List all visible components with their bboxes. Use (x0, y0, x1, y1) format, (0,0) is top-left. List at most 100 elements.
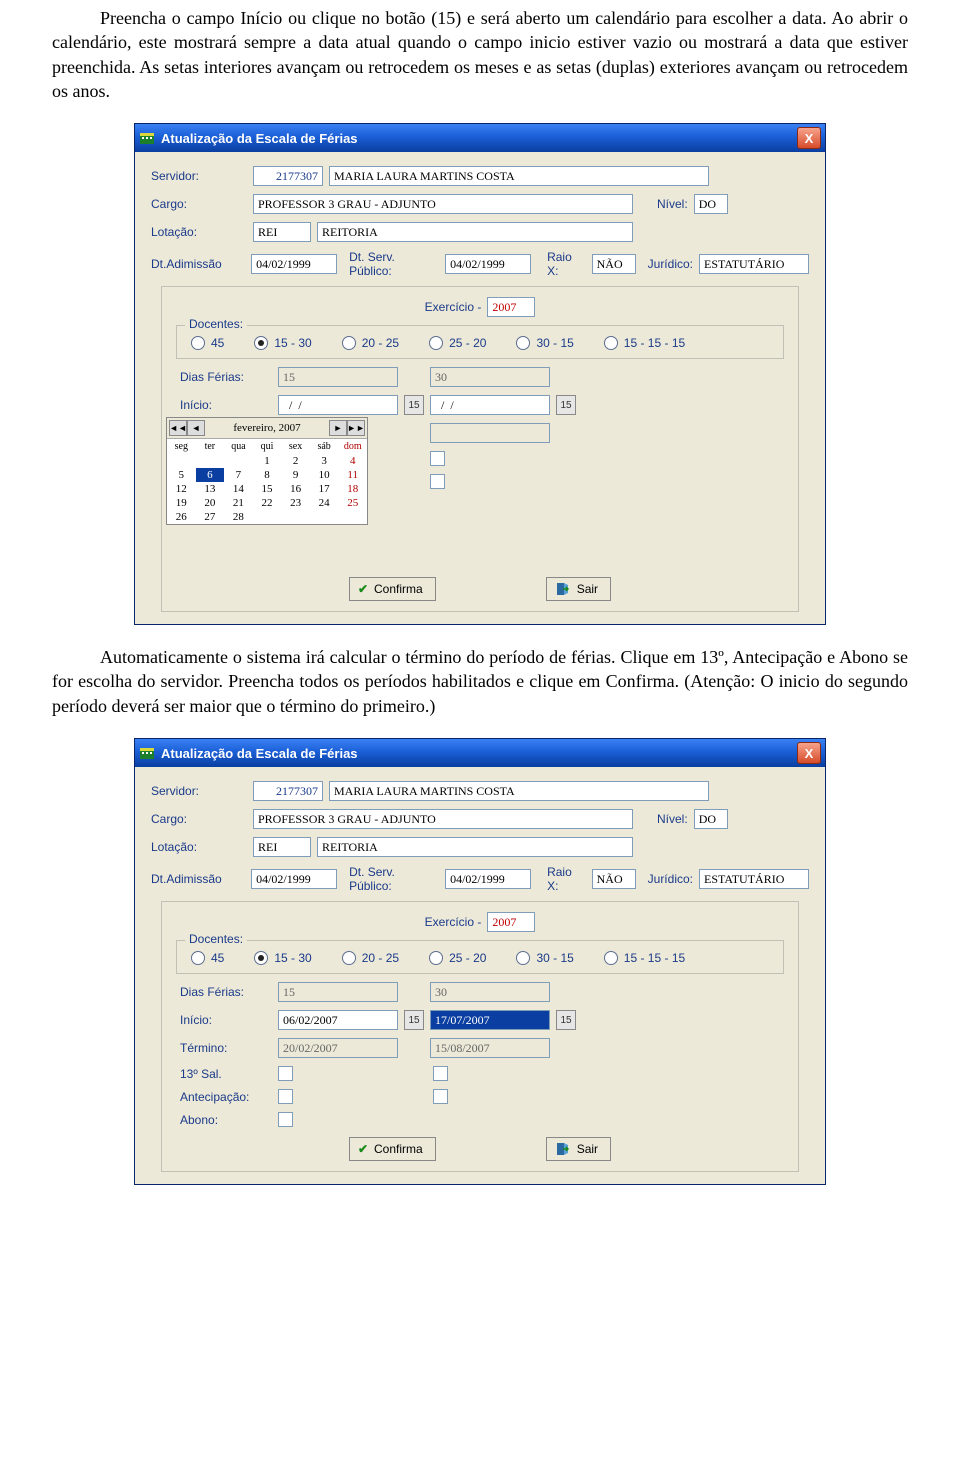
juridico[interactable] (699, 869, 809, 889)
lotacao-cod[interactable] (253, 222, 311, 242)
cal-day[interactable]: 6 (196, 468, 225, 482)
inicio-2[interactable] (430, 395, 550, 415)
cal-day[interactable]: 7 (224, 468, 253, 482)
raiox[interactable] (592, 869, 636, 889)
sair-button[interactable]: Sair (546, 1137, 611, 1161)
dt-serv[interactable] (445, 254, 531, 274)
dt-admissao[interactable] (251, 869, 337, 889)
cal-next-year[interactable]: ►► (347, 420, 365, 436)
close-button[interactable]: X (797, 127, 821, 149)
cal-prev-month[interactable]: ◄ (187, 420, 205, 436)
radio-30-15[interactable]: 30 - 15 (516, 336, 573, 350)
radio-15-30[interactable]: 15 - 30 (254, 951, 311, 965)
radio-15-15-15[interactable]: 15 - 15 - 15 (604, 951, 685, 965)
radio-45[interactable]: 45 (191, 336, 224, 350)
radio-15-30[interactable]: 15 - 30 (254, 336, 311, 350)
radio-icon (604, 951, 618, 965)
cal-day[interactable]: 13 (196, 482, 225, 496)
exercicio[interactable] (487, 912, 535, 932)
cal-day[interactable]: 27 (196, 510, 225, 524)
close-button[interactable]: X (797, 742, 821, 764)
inicio-1[interactable] (278, 1010, 398, 1030)
servidor-id[interactable] (253, 781, 323, 801)
cal-day[interactable]: 25 (338, 496, 367, 510)
lotacao-nome[interactable] (317, 222, 633, 242)
cal-day[interactable]: 5 (167, 468, 196, 482)
cal-day[interactable]: 21 (224, 496, 253, 510)
nivel-input[interactable] (694, 194, 728, 214)
check-icon: ✔ (358, 1142, 368, 1156)
cal-day[interactable]: 14 (224, 482, 253, 496)
cal-button-1[interactable]: 15 (404, 395, 424, 415)
cal-day[interactable]: 12 (167, 482, 196, 496)
chk-hidden-2[interactable] (430, 474, 445, 489)
cal-button-2[interactable]: 15 (556, 395, 576, 415)
radio-icon (604, 336, 618, 350)
cal-day[interactable]: 23 (281, 496, 310, 510)
titlebar[interactable]: Atualização da Escala de Férias X (135, 124, 825, 152)
cargo-input[interactable] (253, 809, 633, 829)
radio-45[interactable]: 45 (191, 951, 224, 965)
cal-day[interactable]: 8 (253, 468, 282, 482)
servidor-id[interactable] (253, 166, 323, 186)
chk-ant-1[interactable] (278, 1089, 293, 1104)
chk-hidden-1[interactable] (430, 451, 445, 466)
cal-day[interactable]: 26 (167, 510, 196, 524)
cal-day[interactable]: 22 (253, 496, 282, 510)
dt-serv[interactable] (445, 869, 531, 889)
cal-day[interactable]: 1 (253, 454, 282, 468)
cal-day[interactable]: 16 (281, 482, 310, 496)
sair-button[interactable]: Sair (546, 577, 611, 601)
lbl-cargo: Cargo: (151, 812, 247, 826)
chk-abono-1[interactable] (278, 1112, 293, 1127)
lbl-dias: Dias Férias: (180, 985, 272, 999)
cargo-input[interactable] (253, 194, 633, 214)
calendar-icon: 15 (408, 1015, 419, 1026)
cal-button-2[interactable]: 15 (556, 1010, 576, 1030)
cal-day[interactable]: 3 (310, 454, 339, 468)
cal-day[interactable]: 19 (167, 496, 196, 510)
dias-2 (430, 367, 550, 387)
chk-13-2[interactable] (433, 1066, 448, 1081)
chk-ant-2[interactable] (433, 1089, 448, 1104)
lbl-dtserv: Dt. Serv. Público: (349, 250, 439, 278)
cal-day[interactable]: 18 (338, 482, 367, 496)
exercicio[interactable] (487, 297, 535, 317)
servidor-nome[interactable] (329, 781, 709, 801)
inicio-2[interactable] (430, 1010, 550, 1030)
inicio-1[interactable] (278, 395, 398, 415)
titlebar[interactable]: Atualização da Escala de Férias X (135, 739, 825, 767)
cal-prev-year[interactable]: ◄◄ (169, 420, 187, 436)
servidor-nome[interactable] (329, 166, 709, 186)
lotacao-cod[interactable] (253, 837, 311, 857)
cal-button-1[interactable]: 15 (404, 1010, 424, 1030)
radio-20-25[interactable]: 20 - 25 (342, 336, 399, 350)
lotacao-nome[interactable] (317, 837, 633, 857)
confirma-button[interactable]: ✔Confirma (349, 577, 436, 601)
radio-25-20[interactable]: 25 - 20 (429, 336, 486, 350)
juridico[interactable] (699, 254, 809, 274)
cal-day[interactable]: 28 (224, 510, 253, 524)
cal-day[interactable]: 9 (281, 468, 310, 482)
cal-day[interactable]: 24 (310, 496, 339, 510)
chk-13-1[interactable] (278, 1066, 293, 1081)
cal-day (338, 510, 367, 524)
radio-20-25[interactable]: 20 - 25 (342, 951, 399, 965)
nivel-input[interactable] (694, 809, 728, 829)
cal-day[interactable]: 10 (310, 468, 339, 482)
cal-day[interactable]: 4 (338, 454, 367, 468)
window-title: Atualização da Escala de Férias (161, 131, 358, 146)
cal-day[interactable]: 17 (310, 482, 339, 496)
radio-30-15[interactable]: 30 - 15 (516, 951, 573, 965)
radio-25-20[interactable]: 25 - 20 (429, 951, 486, 965)
cal-day[interactable]: 15 (253, 482, 282, 496)
cal-day[interactable]: 20 (196, 496, 225, 510)
raiox[interactable] (592, 254, 636, 274)
lbl-servidor: Servidor: (151, 169, 247, 183)
confirma-button[interactable]: ✔Confirma (349, 1137, 436, 1161)
cal-next-month[interactable]: ► (329, 420, 347, 436)
cal-day[interactable]: 2 (281, 454, 310, 468)
dt-admissao[interactable] (251, 254, 337, 274)
radio-15-15-15[interactable]: 15 - 15 - 15 (604, 336, 685, 350)
cal-day[interactable]: 11 (338, 468, 367, 482)
